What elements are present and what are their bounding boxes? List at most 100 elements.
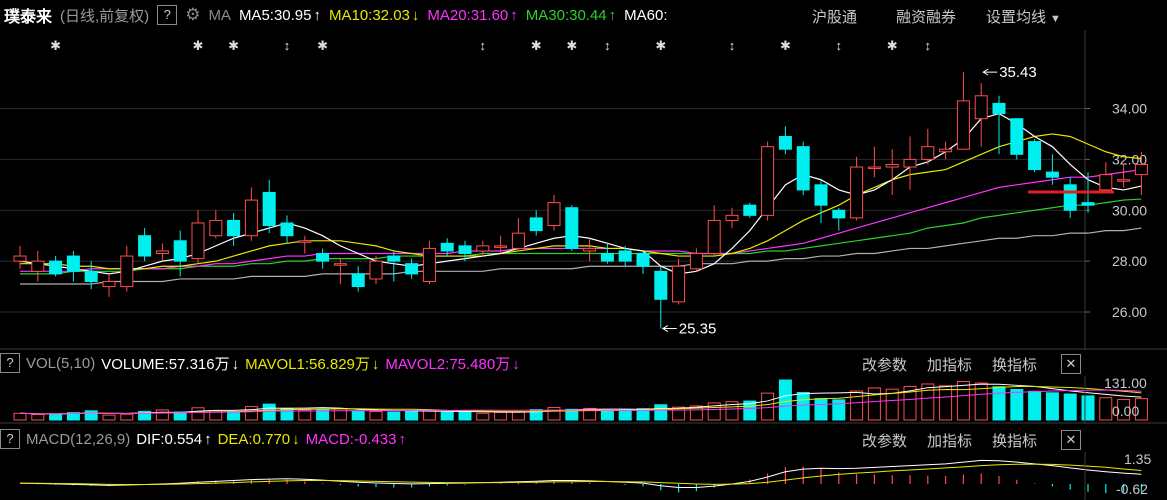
candle-body — [636, 253, 650, 267]
candle-body — [689, 253, 703, 270]
volume-bar — [84, 410, 98, 421]
macd-header: ? MACD(12,26,9) DIF:0.554 ↑ DEA:0.770 ↓ MA… — [0, 426, 412, 452]
candle-body — [992, 102, 1006, 115]
mavol2-value: MAVOL2:75.480万 ↓ — [385, 355, 520, 373]
dif-value: DIF:0.554 ↑ — [136, 430, 212, 448]
candle-body — [921, 146, 935, 160]
arrow-up-icon: ↑ — [313, 6, 321, 24]
macd-switch-button[interactable]: 换指标 — [992, 430, 1037, 451]
ma30-value: MA30:30.44 ↑ — [525, 6, 617, 24]
menu-hgt[interactable]: 沪股通 — [812, 6, 857, 27]
candle-body — [405, 263, 419, 275]
vol-help-button[interactable]: ? — [0, 353, 20, 373]
candle-body — [1063, 184, 1077, 211]
volume-bar — [547, 406, 561, 421]
candle-body — [102, 280, 116, 288]
volume-bar — [13, 412, 27, 421]
kline-chart[interactable]: ✱ ✱ ✱ ↕ ✱ ↕ ✱ ✱ ↕ ✱ ↕ ✱ ↕ ✱ ↕ 34.0032.0030.0028.0026.0… — [0, 30, 1167, 350]
candle-body — [885, 163, 899, 168]
candle-body — [974, 95, 988, 120]
arrow-down-icon: ↓ — [231, 355, 240, 373]
dea-value: DEA:0.770 ↓ — [217, 430, 300, 448]
annotation-label: 25.35 — [679, 321, 717, 338]
y-tick-label: 30.00 — [1112, 202, 1147, 218]
volume-bar — [351, 410, 365, 421]
menu-settings[interactable]: 设置均线 ▼ — [986, 6, 1061, 27]
volume-bar — [102, 414, 116, 421]
event-marker: ↕ — [836, 38, 843, 53]
event-marker: ✱ — [655, 38, 666, 53]
macd-label[interactable]: MACD(12,26,9) — [26, 431, 130, 448]
ma-label[interactable]: MA — [208, 7, 231, 24]
volume-bar — [440, 411, 454, 421]
candle-body — [654, 270, 668, 300]
mavol1-value: MAVOL1:56.829万 ↓ — [245, 355, 380, 373]
vol-axis-top: 131.00 — [1104, 376, 1147, 391]
volume-bar — [369, 410, 383, 421]
volume-bar — [761, 392, 775, 421]
y-tick-label: 28.00 — [1112, 253, 1147, 269]
macd-add-button[interactable]: 加指标 — [927, 430, 972, 451]
candle-body — [209, 219, 223, 237]
volume-bar — [654, 404, 668, 421]
volume-bar — [814, 398, 828, 421]
volume-bar — [1028, 390, 1042, 421]
event-marker: ✱ — [887, 38, 898, 53]
volume-bar — [832, 399, 846, 421]
candle-body — [511, 232, 525, 249]
candle-body — [725, 214, 739, 221]
vol-params-button[interactable]: 改参数 — [862, 354, 907, 375]
vol-close-icon[interactable]: ✕ — [1061, 354, 1081, 374]
event-marker: ✱ — [50, 38, 61, 53]
candle-body — [1081, 202, 1095, 206]
volume-bar — [1099, 397, 1113, 421]
candle-body — [138, 235, 152, 257]
candle-body — [867, 166, 881, 170]
volume-bar — [262, 403, 276, 421]
candle-body — [49, 260, 63, 275]
chart-mode[interactable]: (日线,前复权) — [60, 5, 149, 26]
vol-label[interactable]: VOL(5,10) — [26, 355, 95, 372]
help-button[interactable]: ? — [157, 5, 178, 25]
volume-bar — [476, 412, 490, 421]
candle-body — [1010, 118, 1024, 155]
ma20-value: MA20:31.60 ↑ — [427, 6, 518, 24]
macd-close-icon[interactable]: ✕ — [1061, 430, 1081, 450]
event-marker: ↕ — [925, 38, 932, 53]
caret-down-icon: ▼ — [1050, 13, 1061, 25]
candle-body — [155, 250, 169, 255]
arrow-down-icon: ↓ — [512, 355, 520, 373]
candle-body — [494, 245, 508, 248]
candle-body — [458, 245, 472, 255]
volume-bar — [191, 407, 205, 421]
macd-value: MACD:-0.433 ↑ — [305, 430, 406, 448]
candle-body — [850, 166, 864, 219]
candle-body — [832, 209, 846, 219]
candle-body — [120, 255, 134, 288]
macd-params-button[interactable]: 改参数 — [862, 430, 907, 451]
annotation-label: 35.43 — [999, 64, 1037, 81]
macd-help-button[interactable]: ? — [0, 429, 20, 449]
candle-body — [1134, 163, 1148, 176]
volume-bar — [921, 383, 935, 421]
ma5-value: MA5:30.95 ↑ — [238, 6, 321, 24]
candle-body — [529, 217, 543, 232]
vol-add-button[interactable]: 加指标 — [927, 354, 972, 375]
volume-bar — [422, 409, 436, 421]
mavol2-line — [19, 389, 1142, 415]
event-marker: ↕ — [480, 38, 487, 53]
candle-body — [244, 199, 258, 237]
stock-name[interactable]: 璞泰来 — [4, 3, 52, 27]
vol-switch-button[interactable]: 换指标 — [992, 354, 1037, 375]
volume-bar — [458, 411, 472, 421]
candle-body — [1028, 141, 1042, 171]
menu-margin[interactable]: 融资融券 — [896, 6, 956, 27]
arrow-up-icon: ↑ — [510, 6, 518, 24]
volume-bar — [31, 414, 45, 421]
candle-body — [191, 222, 205, 260]
volume-bar — [600, 410, 614, 421]
vol-axis-bottom: 0.00 — [1112, 403, 1139, 419]
event-marker: ✱ — [193, 38, 204, 53]
gear-icon[interactable]: ⚙ — [185, 5, 200, 25]
candle-body — [369, 260, 383, 280]
